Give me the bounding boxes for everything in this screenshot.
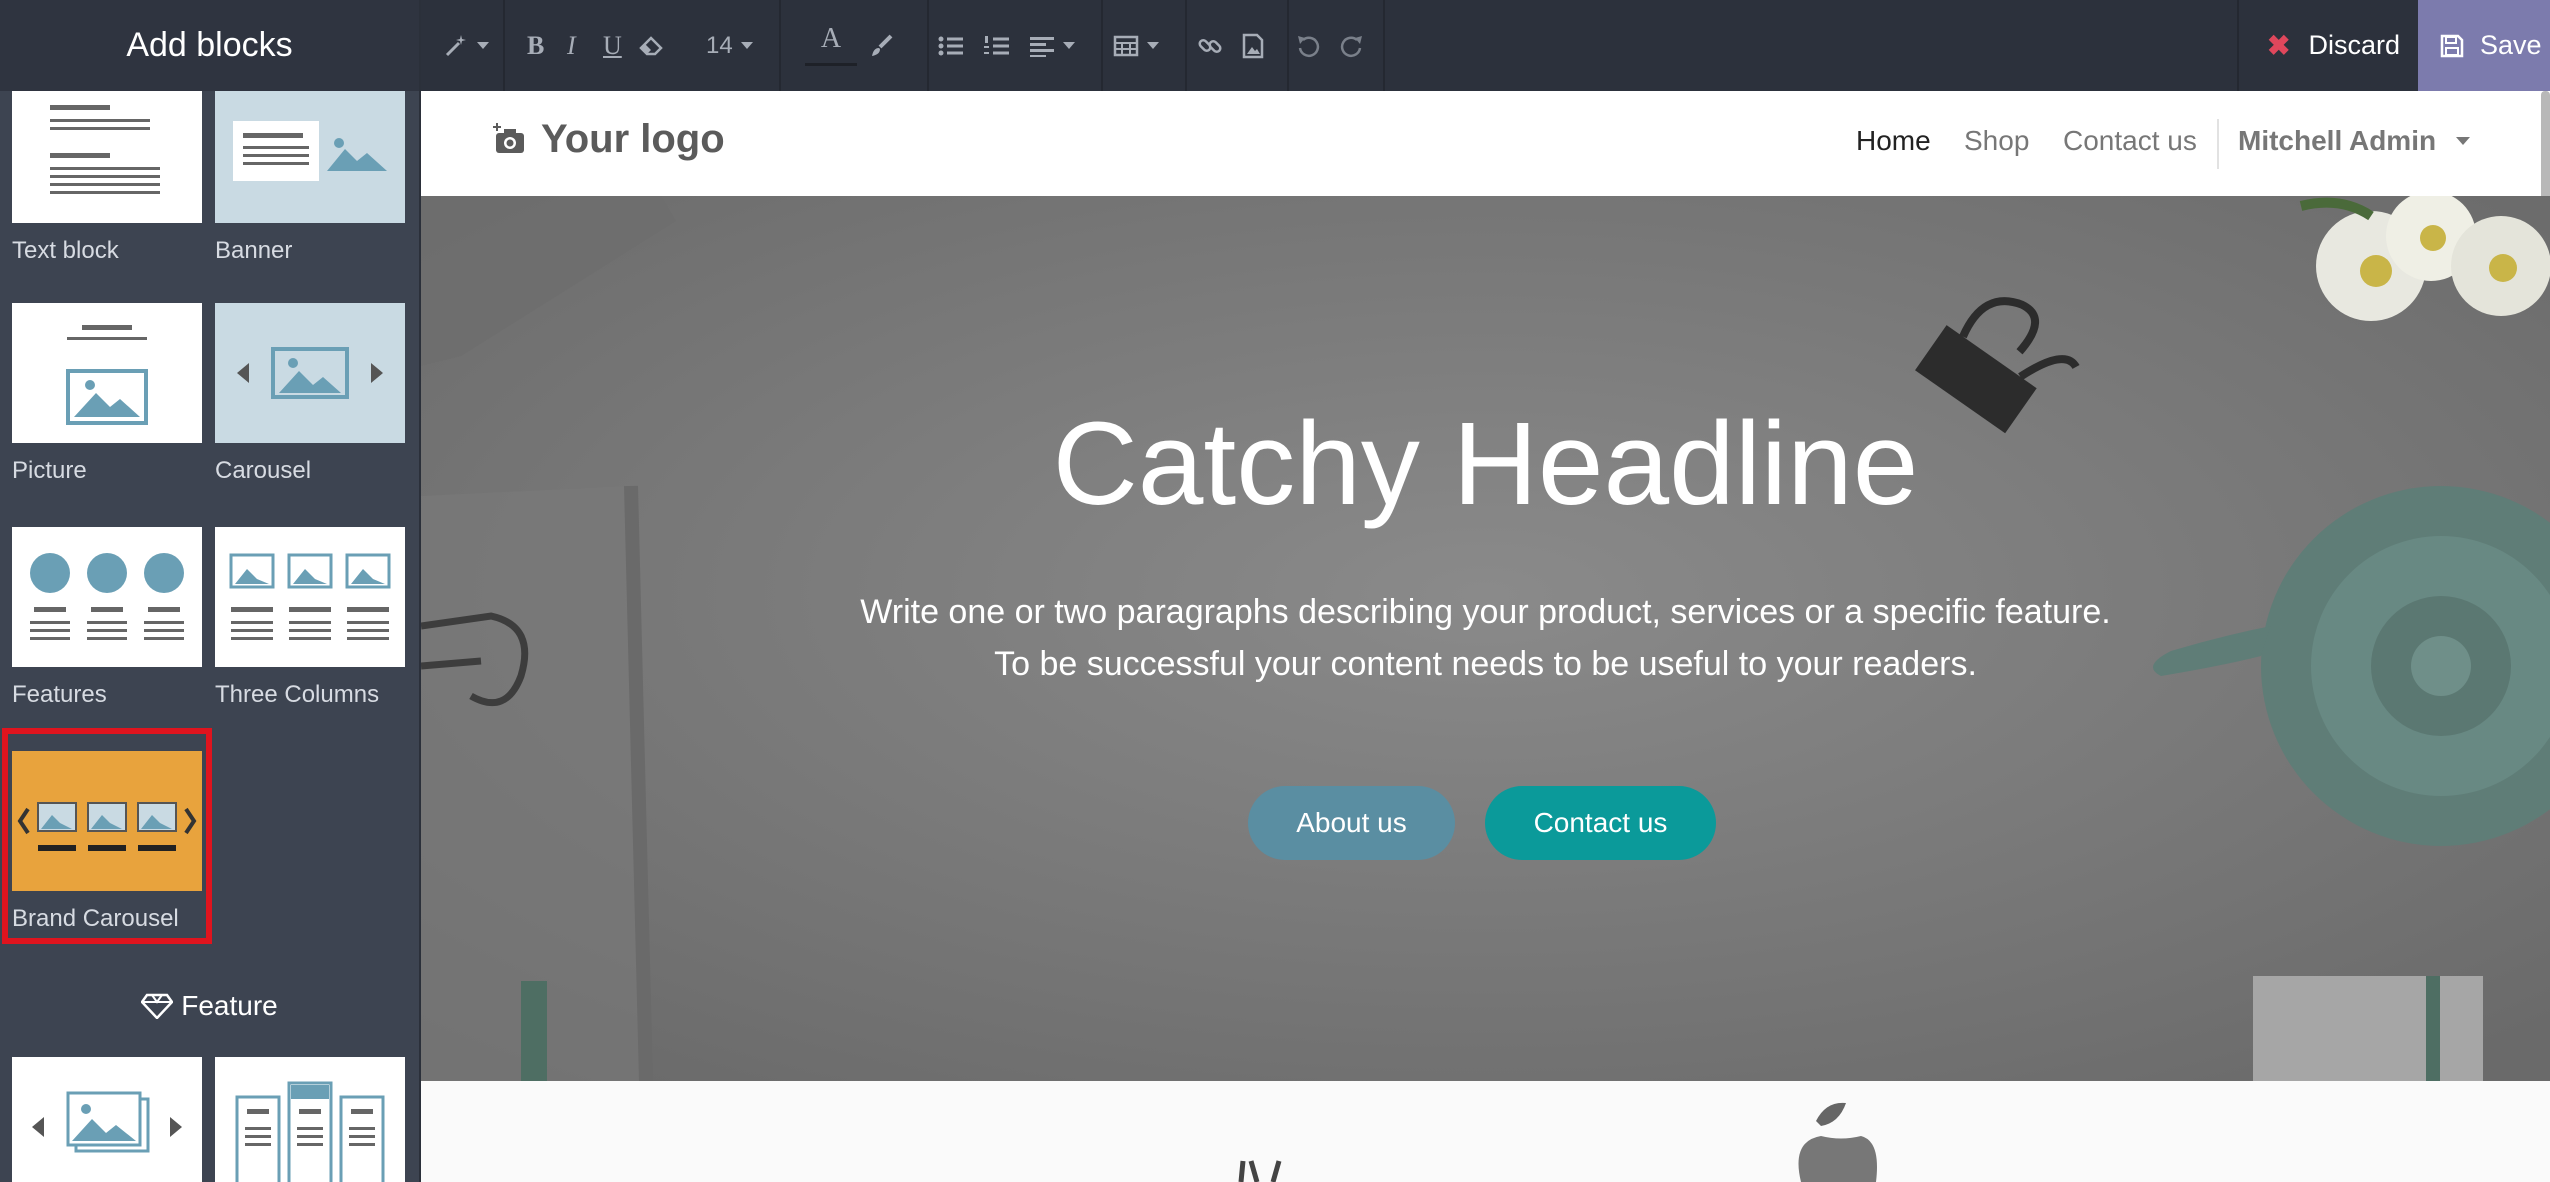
next-section-preview — [421, 1081, 2550, 1182]
nav-shop[interactable]: Shop — [1964, 125, 2029, 157]
block-features[interactable]: Features — [12, 527, 202, 709]
diamond-icon — [140, 993, 174, 1020]
nav-contact-us[interactable]: Contact us — [2063, 125, 2197, 157]
feature-carousel-thumbnail — [12, 1057, 202, 1182]
site-logo[interactable]: Your logo — [493, 117, 725, 162]
website-header: Your logo Home Shop Contact us Mitchell … — [421, 91, 2550, 197]
bullet-list-icon[interactable] — [937, 0, 965, 91]
nav-home[interactable]: Home — [1856, 125, 1931, 157]
camera-icon — [493, 122, 524, 153]
block-feature-carousel[interactable] — [12, 1057, 202, 1182]
logo-text: Your logo — [541, 117, 725, 161]
bold-icon[interactable]: B — [527, 0, 544, 91]
nav-divider — [2217, 119, 2219, 169]
contact-us-button[interactable]: Contact us — [1485, 786, 1716, 860]
font-size-select[interactable]: 14 — [706, 0, 753, 91]
hero-section: Catchy Headline Write one or two paragra… — [421, 196, 2550, 1081]
banner-thumbnail — [215, 91, 405, 223]
brand-logos-preview — [421, 1081, 2550, 1182]
block-feature-columns[interactable] — [215, 1057, 405, 1182]
text-block-thumbnail — [12, 91, 202, 223]
section-label: Feature — [181, 990, 278, 1021]
hero-line-2: To be successful your content needs to b… — [994, 645, 1977, 683]
image-icon[interactable] — [1241, 0, 1265, 91]
magic-button[interactable] — [443, 0, 489, 91]
hero-headline: Catchy Headline — [1052, 398, 1919, 530]
block-banner[interactable]: Banner — [215, 91, 405, 265]
block-label: Carousel — [215, 457, 312, 484]
chevron-down-icon — [2456, 137, 2471, 145]
redo-icon[interactable] — [1339, 0, 1365, 91]
italic-icon[interactable]: I — [567, 0, 576, 91]
font-color-icon[interactable]: A — [805, 0, 857, 91]
selection-highlight — [2, 728, 212, 944]
three-columns-thumbnail — [215, 527, 405, 667]
block-label: Three Columns — [215, 681, 380, 708]
hero-line-1: Write one or two paragraphs describing y… — [860, 593, 2111, 631]
block-picture[interactable]: Picture — [12, 303, 202, 485]
user-menu[interactable]: Mitchell Admin — [2238, 125, 2471, 157]
features-thumbnail — [12, 527, 202, 667]
align-icon — [1030, 36, 1054, 57]
about-us-button[interactable]: About us — [1248, 786, 1455, 860]
close-icon: ✖ — [2267, 30, 2291, 61]
link-icon[interactable] — [1197, 0, 1223, 91]
font-size-value: 14 — [706, 31, 733, 59]
block-carousel[interactable]: Carousel — [215, 303, 405, 485]
numbered-list-icon[interactable] — [983, 0, 1011, 91]
save-button[interactable]: Save — [2418, 0, 2550, 91]
block-label: Text block — [12, 237, 119, 264]
block-label: Features — [12, 681, 107, 708]
magic-icon — [445, 34, 466, 56]
align-dropdown[interactable] — [1029, 0, 1075, 91]
block-three-columns[interactable]: Three Columns — [215, 527, 405, 709]
table-dropdown[interactable] — [1113, 0, 1159, 91]
add-blocks-panel: Add blocks Text block Banner Picture Car… — [0, 0, 421, 1182]
eraser-icon[interactable] — [639, 0, 665, 91]
user-name: Mitchell Admin — [2238, 125, 2437, 156]
panel-title: Add blocks — [0, 0, 419, 91]
discard-label: Discard — [2308, 30, 2400, 60]
picture-thumbnail — [12, 303, 202, 443]
feature-section-heading: Feature — [0, 990, 419, 1022]
feature-columns-thumbnail — [215, 1057, 405, 1182]
block-text-block[interactable]: Text block — [12, 91, 202, 265]
undo-icon[interactable] — [1295, 0, 1321, 91]
hero-paragraph: Write one or two paragraphs describing y… — [421, 586, 2550, 690]
paint-brush-icon[interactable] — [869, 0, 895, 91]
underline-icon[interactable]: U — [603, 0, 622, 91]
discard-button[interactable]: ✖ Discard — [2237, 0, 2428, 91]
block-label: Banner — [215, 237, 293, 264]
floppy-disk-icon — [2440, 34, 2464, 57]
editor-toolbar: B I U 14 A ✖ Discard Save — [421, 0, 2550, 91]
carousel-thumbnail — [215, 303, 405, 443]
table-icon — [1113, 35, 1139, 56]
block-label: Picture — [12, 457, 87, 484]
save-label: Save — [2480, 30, 2542, 60]
